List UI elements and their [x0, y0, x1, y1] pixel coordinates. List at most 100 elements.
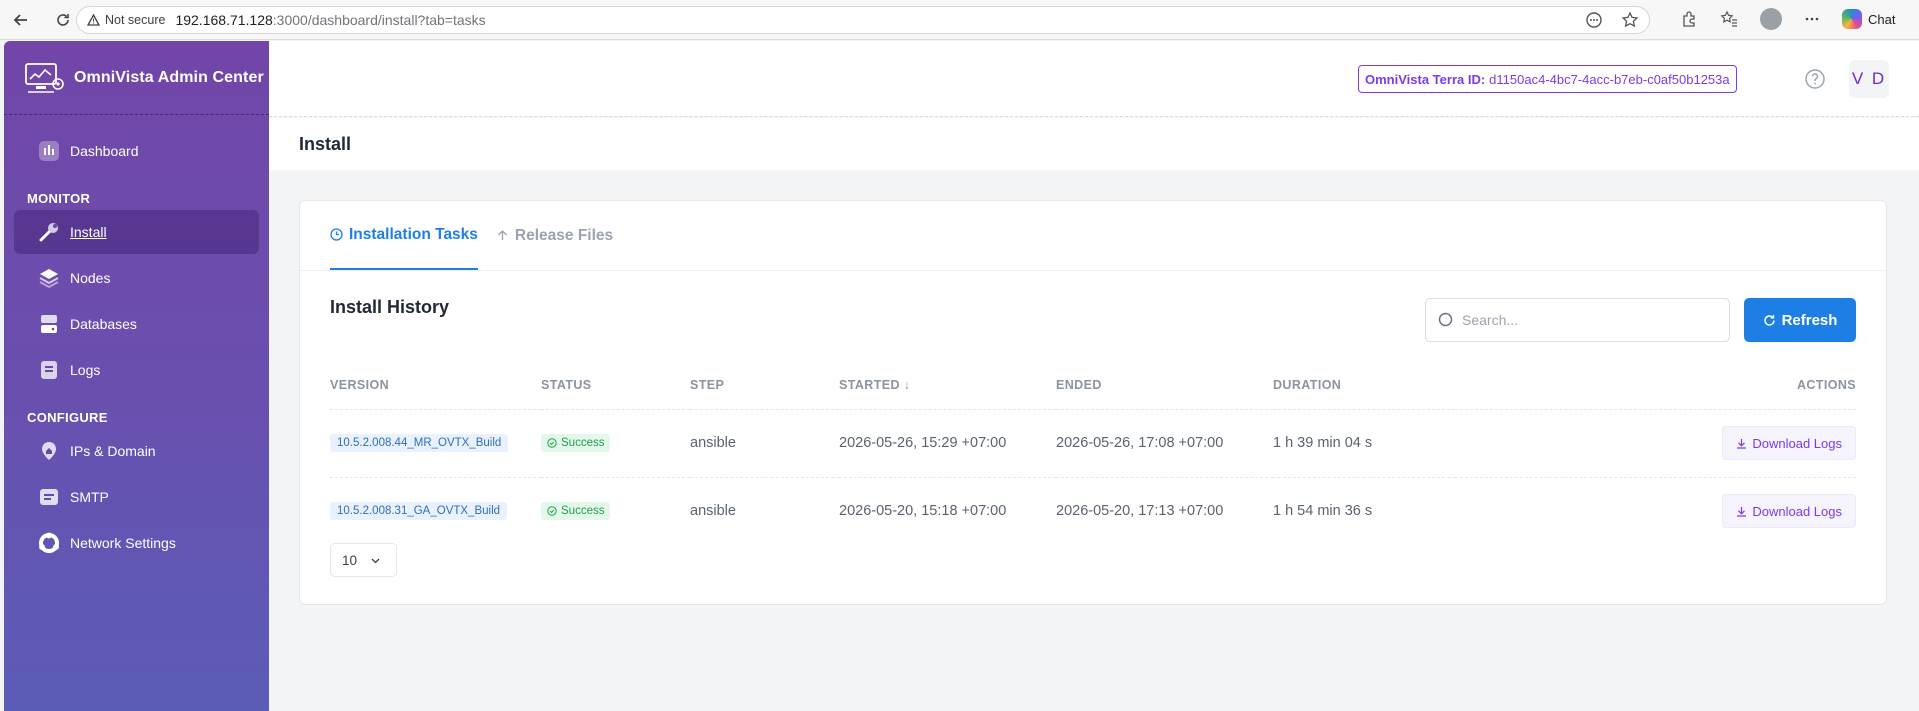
brand-name: OmniVista Admin Center: [74, 68, 264, 86]
address-bar[interactable]: Not secure 192.168.71.128:3000/dashboard…: [76, 6, 1650, 34]
started-cell: 2026-05-20, 15:18 +07:00: [839, 503, 1007, 520]
sidebar-item-databases[interactable]: Databases: [14, 302, 259, 346]
page-title: Install: [269, 118, 1919, 170]
step-cell: ansible: [690, 503, 736, 520]
version-tag: 10.5.2.008.31_GA_OVTX_Build: [330, 502, 508, 521]
sidebar-item-label: Logs: [70, 362, 101, 378]
download-icon: [1737, 506, 1747, 517]
help-icon[interactable]: [1804, 68, 1826, 90]
sidebar-item-label: SMTP: [70, 489, 109, 505]
sidebar-item-install[interactable]: Install: [14, 210, 259, 254]
tab-bar: Installation Tasks Release Files: [300, 201, 1886, 271]
status-text: Success: [561, 505, 605, 518]
sidebar-item-dashboard[interactable]: Dashboard: [14, 129, 259, 173]
terra-id-label: OmniVista Terra ID:: [1365, 71, 1486, 87]
sidebar-item-label: Dashboard: [70, 143, 139, 159]
sidebar-item-smtp[interactable]: SMTP: [14, 475, 259, 519]
more-icon[interactable]: [1804, 11, 1820, 27]
refresh-icon: [1763, 314, 1775, 326]
extensions-icon[interactable]: [1680, 10, 1698, 28]
url-path: :3000/dashboard/install?tab=tasks: [272, 12, 486, 28]
refresh-label: Refresh: [1781, 311, 1838, 329]
user-avatar[interactable]: V D: [1849, 60, 1889, 98]
top-header: OmniVista Terra ID: d1150ac4-4bc7-4acc-b…: [269, 41, 1919, 117]
star-icon[interactable]: [1621, 11, 1639, 29]
sidebar-item-label: Install: [70, 224, 107, 240]
chevron-down-icon: [371, 558, 380, 563]
column-header-status: STATUS: [541, 361, 690, 410]
database-icon: [38, 313, 60, 335]
search-icon: [1438, 312, 1453, 327]
download-logs-button[interactable]: Download Logs: [1722, 426, 1856, 460]
clock-icon: [330, 228, 343, 241]
sidebar-item-label: Network Settings: [70, 535, 176, 551]
column-header-step: STEP: [690, 361, 839, 410]
download-icon: [1737, 438, 1747, 449]
duration-cell: 1 h 39 min 04 s: [1273, 409, 1455, 478]
install-history-table: VERSION STATUS STEP STARTED ↓ ENDED DURA…: [330, 361, 1856, 545]
search-box: [1425, 298, 1730, 342]
step-cell: ansible: [690, 409, 839, 478]
mail-icon: [38, 486, 60, 508]
browser-toolbar: Not secure 192.168.71.128:3000/dashboard…: [0, 0, 1919, 40]
ended-cell: 2026-05-26, 17:08 +07:00: [1056, 409, 1273, 478]
reload-icon[interactable]: [52, 9, 74, 31]
wrench-icon: [38, 221, 60, 243]
tab-label: Release Files: [514, 226, 614, 244]
copilot-icon: [1842, 9, 1862, 29]
terra-id-badge[interactable]: OmniVista Terra ID: d1150ac4-4bc7-4acc-b…: [1358, 65, 1737, 93]
not-secure-label: Not secure: [105, 13, 166, 27]
tab-installation-tasks[interactable]: Installation Tasks: [330, 201, 478, 270]
refresh-button[interactable]: Refresh: [1744, 298, 1856, 342]
network-icon: [38, 532, 60, 554]
table-row: 10.5.2.008.31_GA_OVTX_Build Success ansi…: [330, 477, 1856, 545]
install-card: Installation Tasks Release Files Install…: [299, 200, 1887, 605]
dashboard-icon: [38, 140, 60, 162]
status-badge: Success: [541, 502, 611, 521]
sidebar-item-nodes[interactable]: Nodes: [14, 256, 259, 300]
sidebar: OmniVista Admin Center Dashboard MONITOR…: [4, 41, 269, 711]
check-circle-icon: [547, 438, 557, 448]
page-size-select[interactable]: 10: [330, 543, 397, 577]
home-pin-icon: [38, 440, 60, 462]
duration-cell: 1 h 54 min 36 s: [1273, 503, 1373, 520]
omnivista-logo-icon: [25, 62, 64, 93]
page-size-value: 10: [342, 552, 358, 568]
started-cell: 2026-05-26, 15:29 +07:00: [839, 409, 1056, 478]
sidebar-item-label: IPs & Domain: [70, 443, 156, 459]
column-header-ended: ENDED: [1056, 361, 1273, 410]
install-history-title: Install History: [330, 297, 450, 317]
status-badge: Success: [541, 434, 611, 452]
status-text: Success: [561, 437, 605, 449]
table-header-row: VERSION STATUS STEP STARTED ↓ ENDED DURA…: [330, 361, 1856, 410]
back-icon[interactable]: [10, 9, 32, 31]
check-circle-icon: [547, 506, 557, 516]
ended-cell: 2026-05-20, 17:13 +07:00: [1056, 503, 1224, 520]
sidebar-item-label: Databases: [70, 316, 137, 332]
download-logs-label: Download Logs: [1752, 503, 1842, 519]
favorites-icon[interactable]: [1720, 10, 1738, 28]
download-logs-button[interactable]: Download Logs: [1722, 494, 1856, 529]
tab-release-files[interactable]: Release Files: [496, 201, 613, 270]
brand: OmniVista Admin Center: [4, 41, 269, 115]
configure-section-title: CONFIGURE: [27, 410, 108, 425]
sidebar-item-ips-domain[interactable]: IPs & Domain: [14, 429, 259, 473]
warning-icon: [87, 14, 100, 26]
table-row: 10.5.2.008.44_MR_OVTX_Build Success ansi…: [330, 409, 1856, 478]
search-input[interactable]: [1462, 312, 1722, 328]
layers-icon: [38, 267, 60, 289]
terra-id-value: d1150ac4-4bc7-4acc-b7eb-c0af50b1253a: [1489, 71, 1730, 87]
url-host: 192.168.71.128: [175, 12, 273, 28]
tab-label: Installation Tasks: [349, 225, 478, 243]
chat-button[interactable]: Chat: [1842, 9, 1895, 29]
sidebar-item-network-settings[interactable]: Network Settings: [14, 521, 259, 565]
reader-icon[interactable]: [1585, 11, 1603, 29]
column-header-started[interactable]: STARTED ↓: [839, 361, 1056, 410]
sidebar-item-logs[interactable]: Logs: [14, 348, 259, 392]
download-logs-label: Download Logs: [1752, 435, 1842, 451]
version-tag: 10.5.2.008.44_MR_OVTX_Build: [330, 434, 509, 452]
monitor-section-title: MONITOR: [27, 191, 91, 206]
profile-avatar[interactable]: [1760, 8, 1782, 30]
column-header-actions: ACTIONS: [1455, 361, 1856, 410]
upload-icon: [497, 230, 507, 240]
